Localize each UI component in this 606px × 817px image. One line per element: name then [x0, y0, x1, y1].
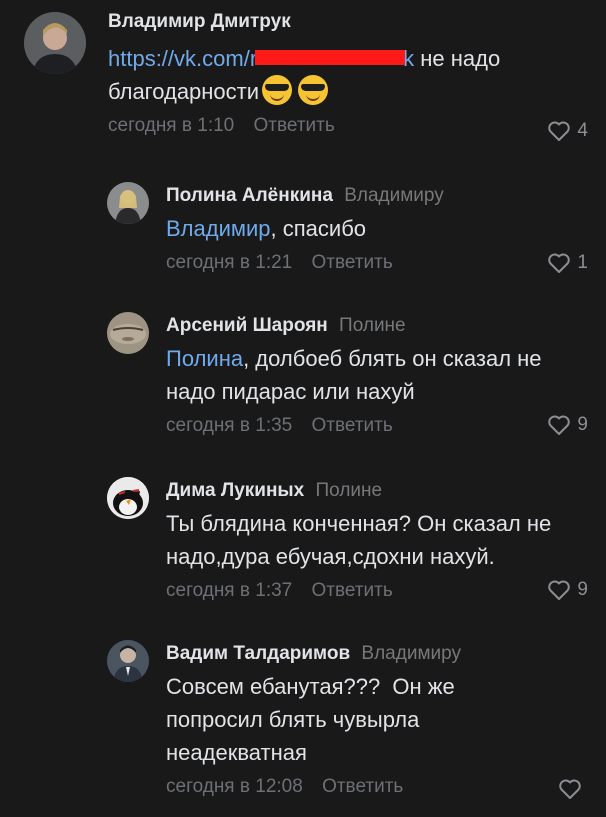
vk-link[interactable]: https://vk.com/r k: [108, 46, 414, 71]
author-name[interactable]: Дима Лукиных: [166, 480, 304, 501]
reply-button[interactable]: Ответить: [312, 415, 393, 436]
user-photo: [24, 12, 86, 74]
like-button[interactable]: 9: [547, 414, 588, 436]
timestamp: сегодня в 1:35: [166, 415, 293, 436]
timestamp: сегодня в 1:37: [166, 580, 293, 601]
author-name[interactable]: Владимир Дмитрук: [108, 11, 291, 32]
sunglasses-emoji-icon: [298, 75, 329, 106]
avatar[interactable]: [24, 12, 86, 74]
penguin-photo: [107, 477, 149, 519]
heart-icon: [548, 253, 571, 273]
heart-icon: [548, 121, 571, 141]
reply-button[interactable]: Ответить: [322, 776, 403, 797]
like-count: 9: [577, 579, 588, 600]
redaction-bar: [255, 49, 406, 65]
avatar[interactable]: [107, 312, 149, 354]
author-name[interactable]: Полина Алёнкина: [166, 185, 333, 206]
like-button[interactable]: 9: [547, 579, 588, 601]
comment-text: Ты блядина конченная? Он сказал не надо,…: [166, 511, 552, 569]
reply-to-label[interactable]: Полине: [339, 315, 406, 336]
reply-button[interactable]: Ответить: [312, 252, 393, 273]
avatar[interactable]: [107, 640, 149, 682]
reply-button[interactable]: Ответить: [312, 580, 393, 601]
comment-meta: сегодня в 1:35 Ответить: [166, 414, 586, 438]
reply-to-label[interactable]: Владимиру: [344, 185, 444, 206]
sunglasses-emoji-icon: [262, 75, 293, 106]
comment-meta: сегодня в 1:10 Ответить: [108, 114, 588, 138]
comment-text: Полина, долбоеб блять он сказал не надо …: [166, 346, 542, 404]
like-button[interactable]: 4: [547, 120, 588, 142]
user-photo: [107, 640, 149, 682]
like-count: 1: [577, 252, 588, 273]
mention-link[interactable]: Владимир: [166, 216, 271, 241]
timestamp: сегодня в 12:08: [166, 776, 303, 797]
reply-to-label[interactable]: Владимиру: [361, 643, 461, 664]
heart-icon: [548, 580, 571, 600]
heart-icon: [559, 779, 581, 799]
like-count: 4: [577, 120, 588, 141]
comment-text: https://vk.com/r k не надо благодарности: [108, 46, 501, 106]
like-button[interactable]: 1: [547, 252, 588, 274]
user-photo: [107, 312, 149, 354]
author-name[interactable]: Вадим Талдаримов: [166, 643, 350, 664]
mention-link[interactable]: Полина: [166, 346, 243, 371]
comment-meta: сегодня в 1:21 Ответить: [166, 251, 586, 275]
author-name[interactable]: Арсений Шароян: [166, 315, 328, 336]
comment-meta: сегодня в 12:08 Ответить: [166, 775, 586, 799]
comment-meta: сегодня в 1:37 Ответить: [166, 579, 586, 603]
avatar[interactable]: [107, 182, 149, 224]
like-count: 9: [577, 414, 588, 435]
reply-to-label[interactable]: Полине: [316, 480, 383, 501]
comment-text: Совсем ебанутая??? Он же попросил блять …: [166, 674, 461, 765]
comment-text: Владимир, спасибо: [166, 216, 367, 241]
avatar[interactable]: [107, 477, 149, 519]
heart-icon: [548, 415, 571, 435]
timestamp: сегодня в 1:21: [166, 252, 293, 273]
user-photo: [107, 182, 149, 224]
timestamp: сегодня в 1:10: [108, 115, 235, 137]
reply-button[interactable]: Ответить: [254, 115, 335, 136]
like-button[interactable]: [558, 778, 588, 800]
